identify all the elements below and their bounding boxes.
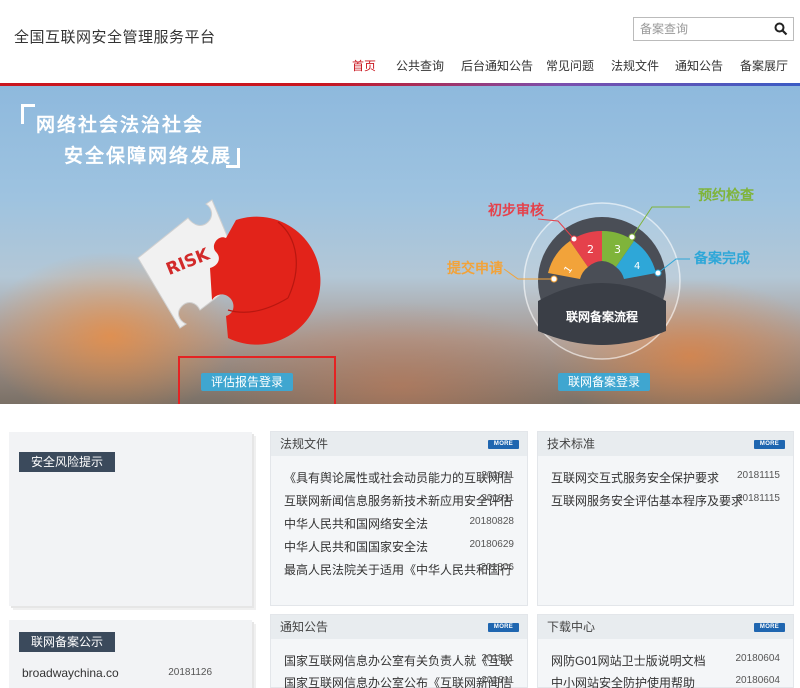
record-login-button[interactable]: 联网备案登录	[558, 373, 651, 391]
nav-faq[interactable]: 常见问题	[546, 57, 594, 74]
panel-header: 通知公告 MORE	[271, 615, 527, 639]
nav-notices[interactable]: 通知公告	[675, 57, 723, 74]
nav-home[interactable]: 首页	[352, 57, 376, 74]
more-button[interactable]: MORE	[488, 440, 519, 449]
bracket-decoration	[21, 104, 35, 124]
record-card: 联网备案公示 broadwaychina.co 20181126	[9, 620, 252, 688]
risk-puzzle-image: RISK	[137, 199, 321, 345]
search-icon[interactable]	[774, 22, 788, 36]
list-item[interactable]: 最高人民法院关于适用《中华人民共和国行 201806	[284, 561, 519, 577]
flow-step-number: 3	[614, 243, 621, 256]
list-item[interactable]: 《具有舆论属性或社会动员能力的互联网信 201811	[284, 469, 519, 485]
risk-card-title: 安全风险提示	[19, 452, 116, 472]
list-item[interactable]: 互联网交互式服务安全保护要求 20181115	[551, 469, 785, 485]
flow-step-number: 4	[634, 261, 640, 272]
bracket-decoration	[226, 148, 240, 168]
list-item[interactable]: 中小网站安全防护使用帮助 20180604	[551, 674, 785, 688]
panel-title: 下载中心	[547, 620, 596, 634]
more-button[interactable]: MORE	[754, 623, 785, 632]
list-item[interactable]: broadwaychina.co 20181126	[22, 666, 212, 680]
panel-title: 技术标准	[547, 437, 596, 451]
flow-step-review: 初步审核	[488, 202, 544, 218]
search-input[interactable]	[634, 18, 770, 40]
nav-public-query[interactable]: 公共查询	[396, 57, 444, 74]
list-item[interactable]: 国家互联网信息办公室有关负责人就《互联 201811	[284, 652, 519, 668]
flow-step-submit: 提交申请	[447, 260, 503, 276]
notices-panel: 通知公告 MORE 国家互联网信息办公室有关负责人就《互联 201811 国家互联…	[270, 614, 528, 688]
hero-banner: 网络社会法治社会 安全保障网络发展 RISK 评估报告登录 联网备案流程 1 2…	[0, 86, 800, 404]
panel-header: 法规文件 MORE	[271, 432, 527, 456]
search-box	[633, 17, 794, 41]
site-title: 全国互联网安全管理服务平台	[14, 29, 216, 46]
nav-record-gallery[interactable]: 备案展厅	[740, 57, 788, 74]
regulations-panel: 法规文件 MORE 《具有舆论属性或社会动员能力的互联网信 201811 互联网新…	[270, 431, 528, 606]
downloads-panel: 下载中心 MORE 网防G01网站卫士版说明文档 20180604 中小网站安全防…	[537, 614, 794, 688]
nav-regulations[interactable]: 法规文件	[611, 57, 659, 74]
risk-card: 安全风险提示	[9, 432, 252, 606]
highlight-frame	[178, 356, 336, 404]
list-item[interactable]: 中华人民共和国国家安全法 20180629	[284, 538, 519, 554]
nav-backend-notices[interactable]: 后台通知公告	[461, 57, 533, 74]
more-button[interactable]: MORE	[754, 440, 785, 449]
list-item[interactable]: 国家互联网信息办公室公布《互联网新闻信 201811	[284, 674, 519, 688]
list-item[interactable]: 互联网服务安全评估基本程序及要求 20181115	[551, 492, 785, 508]
flow-step-inspection: 预约检查	[698, 187, 754, 203]
slogan-line2: 安全保障网络发展	[64, 146, 233, 167]
panel-title: 法规文件	[280, 437, 329, 451]
main-nav: 首页 公共查询 后台通知公告 常见问题 法规文件 通知公告 备案展厅	[0, 57, 800, 74]
flow-title: 联网备案流程	[566, 309, 638, 324]
slogan-line1: 网络社会法治社会	[36, 115, 205, 136]
panel-header: 下载中心 MORE	[538, 615, 793, 639]
more-button[interactable]: MORE	[488, 623, 519, 632]
list-item[interactable]: 网防G01网站卫士版说明文档 20180604	[551, 652, 785, 668]
record-card-title: 联网备案公示	[19, 632, 116, 652]
panel-title: 通知公告	[280, 620, 329, 634]
flow-step-number: 2	[587, 243, 594, 256]
panel-header: 技术标准 MORE	[538, 432, 793, 456]
list-item[interactable]: 中华人民共和国网络安全法 20180828	[284, 515, 519, 531]
list-item[interactable]: 互联网新闻信息服务新技术新应用安全评估 201811	[284, 492, 519, 508]
standards-panel: 技术标准 MORE 互联网交互式服务安全保护要求 20181115 互联网服务安全…	[537, 431, 794, 606]
flow-step-complete: 备案完成	[694, 250, 750, 266]
